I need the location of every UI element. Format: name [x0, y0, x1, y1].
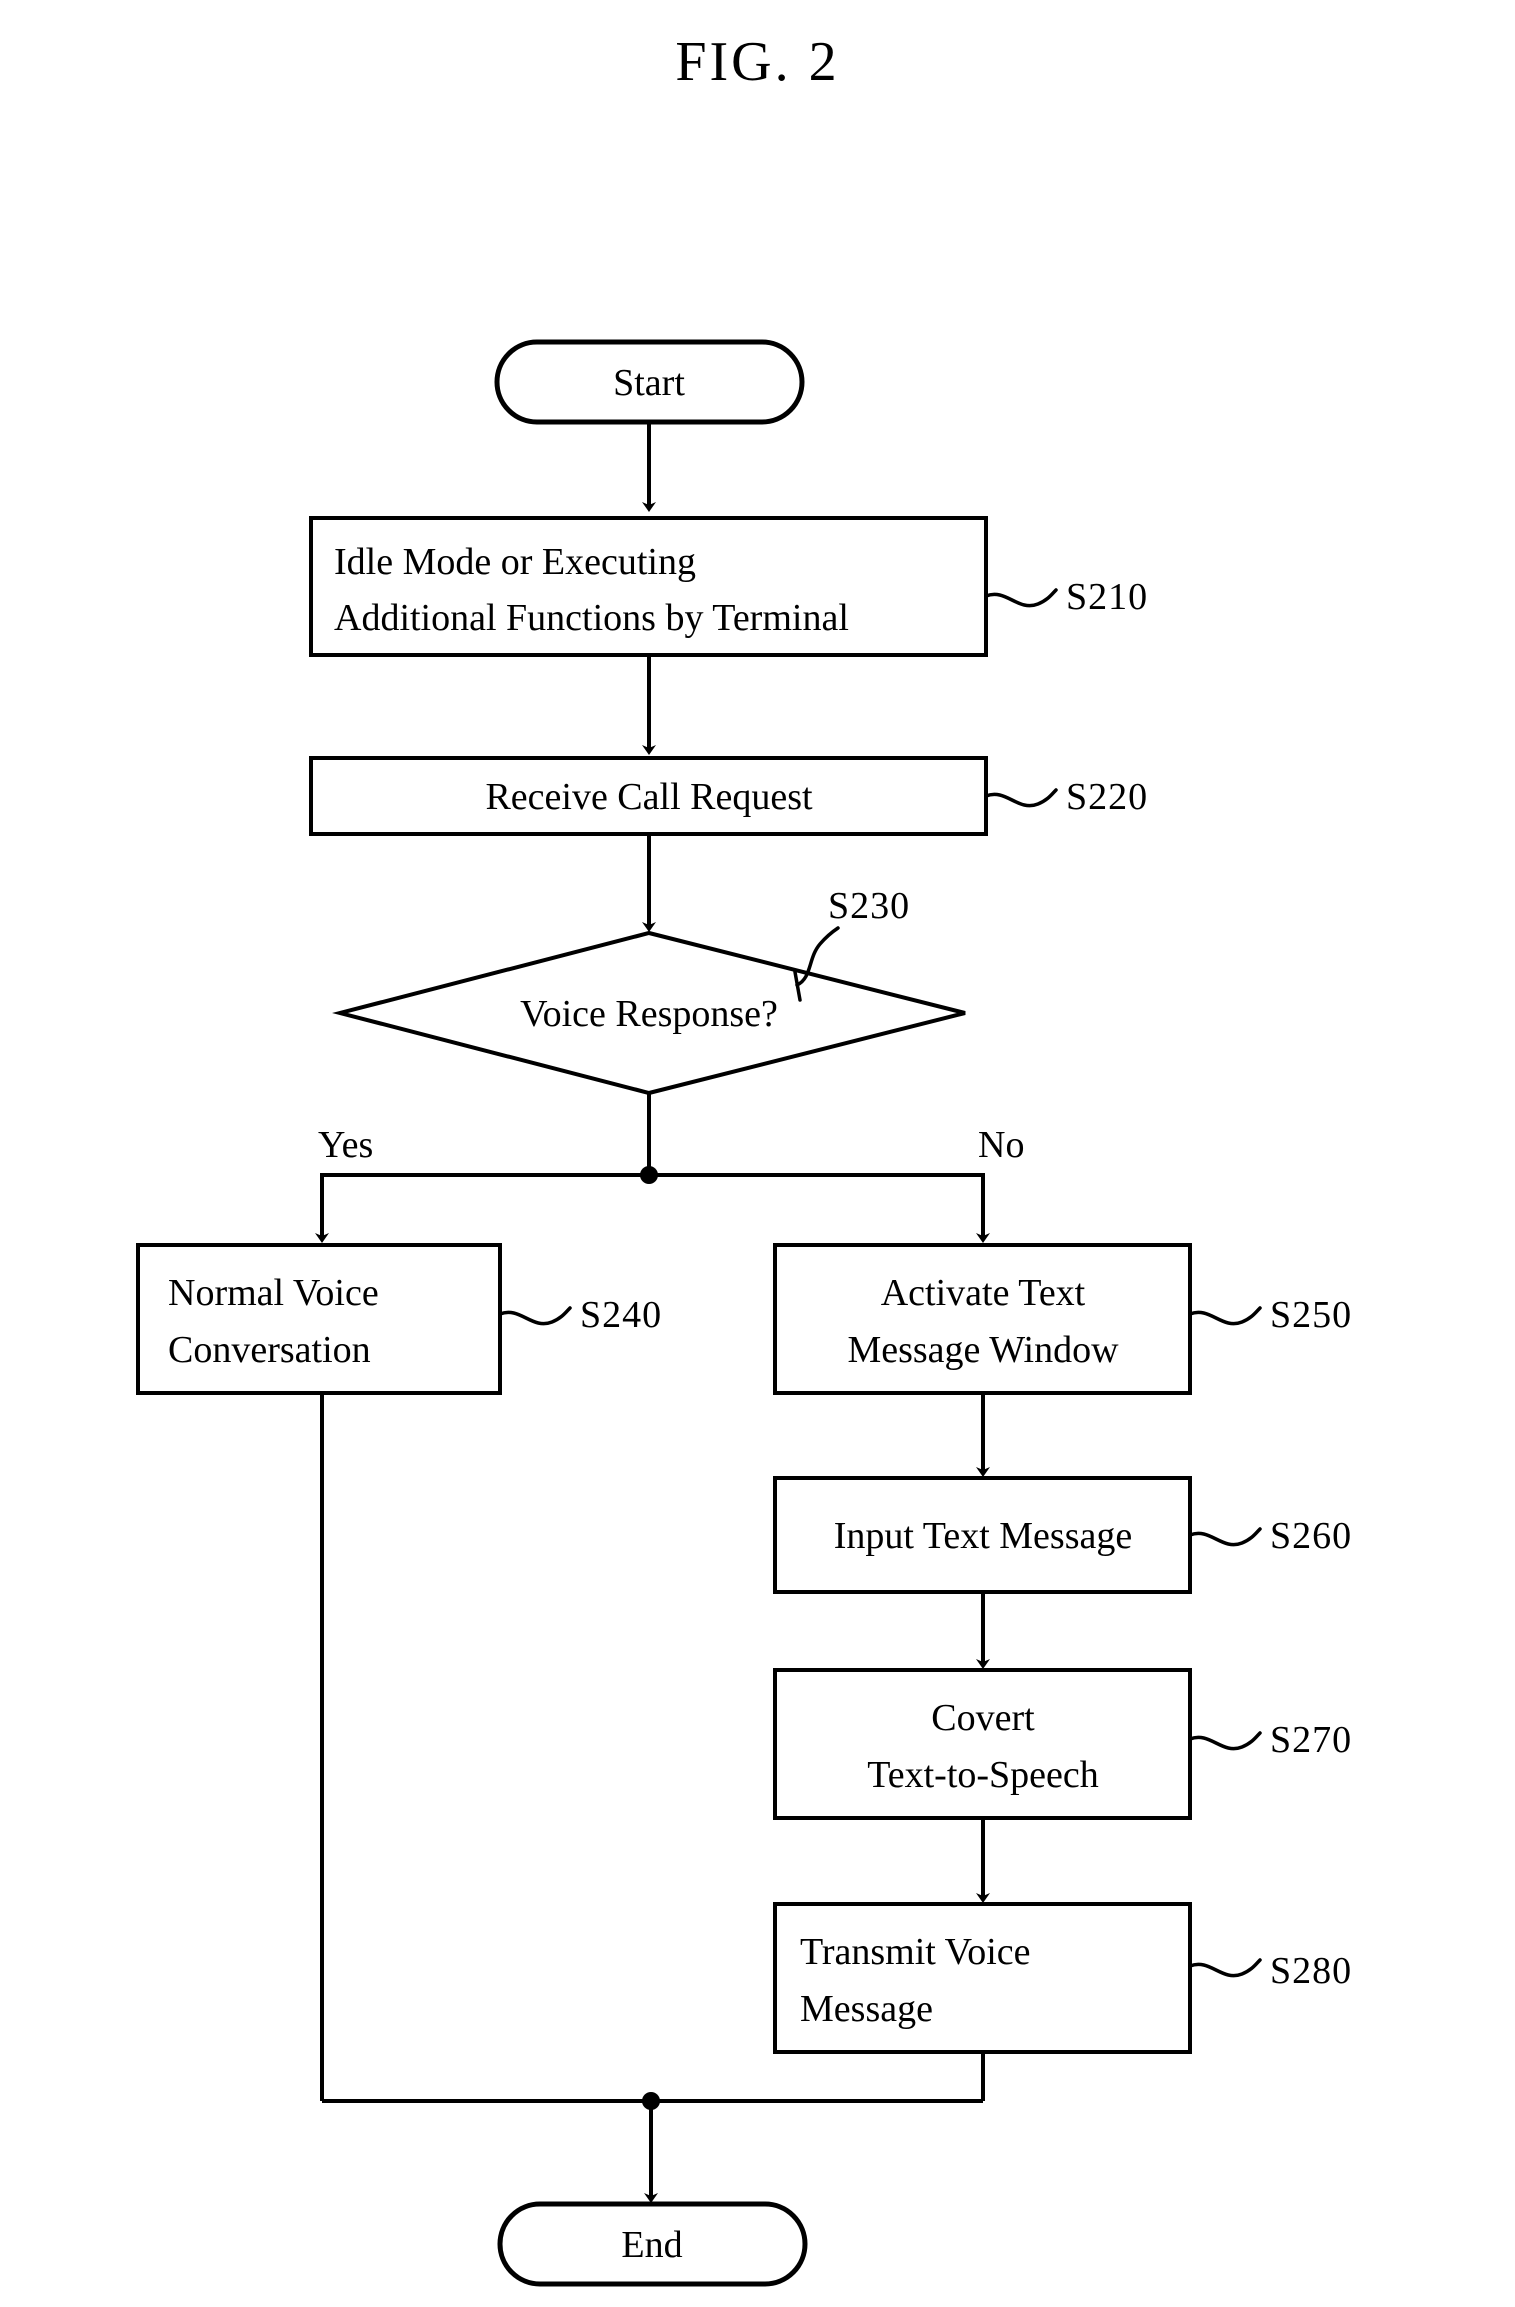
s220-step-ref: S220	[1066, 776, 1148, 818]
node-s220: Receive Call Request S220	[309, 756, 1148, 836]
s210-label-line2: Additional Functions by Terminal	[334, 597, 849, 639]
node-end: End	[497, 2201, 808, 2287]
node-s280: Transmit Voice Message S280	[773, 1902, 1352, 2054]
s270-step-ref: S270	[1270, 1719, 1352, 1761]
node-s250: Activate Text Message Window S250	[773, 1243, 1352, 1395]
s230-step-ref: S230	[828, 885, 910, 927]
node-start: Start	[494, 339, 805, 425]
s220-label: Receive Call Request	[485, 776, 813, 818]
node-s260: Input Text Message S260	[773, 1476, 1352, 1594]
s240-step-ref: S240	[580, 1294, 662, 1336]
s210-leader-squiggle	[984, 588, 1058, 608]
node-s240: Normal Voice Conversation S240	[136, 1243, 662, 1395]
s250-step-ref: S250	[1270, 1294, 1352, 1336]
s250-label-line1: Activate Text	[881, 1272, 1086, 1314]
s260-step-ref: S260	[1270, 1515, 1352, 1557]
s240-label-line2: Conversation	[168, 1329, 371, 1371]
s280-label-line1: Transmit Voice	[800, 1931, 1031, 1973]
s280-step-ref: S280	[1270, 1950, 1352, 1992]
s270-label-line2: Text-to-Speech	[867, 1754, 1099, 1796]
s270-label-line1: Covert	[931, 1697, 1035, 1739]
node-s230: Voice Response? S230	[332, 885, 966, 1096]
s280-label-line2: Message	[800, 1988, 933, 2030]
s220-leader-squiggle	[984, 788, 1058, 808]
s260-label: Input Text Message	[834, 1515, 1132, 1557]
flowchart-canvas: Start Idle Mode or Executing Additional …	[136, 339, 1352, 2287]
s250-label-line2: Message Window	[847, 1329, 1119, 1371]
branch-label-yes: Yes	[318, 1124, 373, 1166]
s280-leader-squiggle	[1188, 1958, 1262, 1978]
merge-bus	[322, 2092, 983, 2203]
s230-label: Voice Response?	[520, 993, 778, 1035]
s210-label-line1: Idle Mode or Executing	[334, 541, 696, 583]
end-label: End	[621, 2224, 682, 2266]
s250-leader-squiggle	[1188, 1306, 1262, 1326]
s270-leader-squiggle	[1188, 1731, 1262, 1751]
s240-label-line1: Normal Voice	[168, 1272, 379, 1314]
s240-leader-squiggle	[498, 1306, 572, 1326]
figure-root: FIG. 2 Start Idle Mode or Executing Addi…	[0, 0, 1515, 2307]
s210-step-ref: S210	[1066, 576, 1148, 618]
node-s210: Idle Mode or Executing Additional Functi…	[309, 516, 1148, 657]
branch-label-no: No	[978, 1124, 1024, 1166]
start-label: Start	[613, 362, 685, 404]
s260-leader-squiggle	[1188, 1527, 1262, 1547]
node-s270: Covert Text-to-Speech S270	[773, 1668, 1352, 1820]
branch-bus: Yes No	[315, 1093, 1024, 1243]
